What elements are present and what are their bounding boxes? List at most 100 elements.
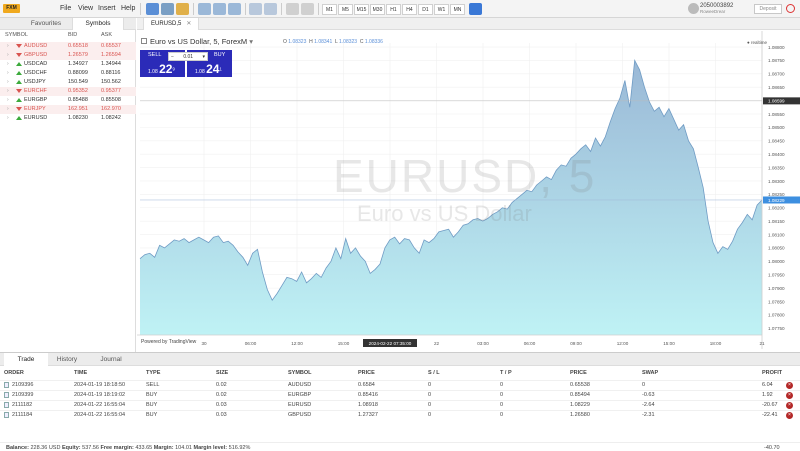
order-cell: 0.6584 — [358, 382, 375, 388]
menu-file[interactable]: File — [60, 0, 71, 18]
deposit-button[interactable]: Deposit — [754, 4, 782, 14]
symbol-ask: 0.85508 — [101, 97, 121, 103]
free-margin-label: Free margin: — [100, 445, 134, 451]
x-tick-label: 12:00 — [617, 341, 629, 346]
y-tick-label: 1.08250 — [768, 192, 785, 197]
buy-price-big: 24 — [206, 62, 220, 76]
tab-trade[interactable]: Trade — [4, 353, 48, 366]
crosshair-icon[interactable] — [301, 3, 314, 15]
market-watch-header: SYMBOL BID ASK — [0, 31, 136, 41]
market-watch-panel: Favourites Symbols SYMBOL BID ASK › AUDUS… — [0, 18, 136, 352]
symbol-row[interactable]: › USDCAD 1.34927 1.34944 — [0, 60, 136, 69]
chart-settings-icon[interactable] — [141, 38, 147, 44]
expand-icon[interactable]: › — [7, 69, 9, 78]
y-tick-label: 1.08300 — [768, 179, 785, 184]
order-row[interactable]: 2109399 2024-01-19 18:19:02 BUY 0.02 EURGBP 0… — [0, 390, 800, 399]
close-order-icon[interactable]: × — [786, 412, 793, 419]
timeframe-mn[interactable]: MN — [450, 4, 465, 15]
balance-label: Balance: — [6, 445, 29, 451]
sell-price-prefix: 1.08 — [148, 69, 158, 75]
timeframe-m15[interactable]: M15 — [354, 4, 369, 15]
folder-icon[interactable] — [176, 3, 189, 15]
timeframe-w1[interactable]: W1 — [434, 4, 449, 15]
document-icon — [4, 382, 9, 388]
tab-journal[interactable]: Journal — [89, 353, 133, 366]
close-order-icon[interactable]: × — [786, 382, 793, 389]
account-name: RoweeDrear — [700, 9, 726, 14]
close-icon[interactable]: ✕ — [186, 21, 191, 27]
symbol-row[interactable]: › USDCHF 0.88099 0.88116 — [0, 69, 136, 78]
line-chart-icon[interactable] — [228, 3, 241, 15]
symbol-row[interactable]: › USDJPY 150.549 150.562 — [0, 78, 136, 87]
menu-help[interactable]: Help — [121, 0, 135, 18]
timeframe-d1[interactable]: D1 — [418, 4, 433, 15]
chart-tab-strip: EURUSD,5 ✕ — [137, 18, 800, 30]
candle-chart-icon[interactable] — [213, 3, 226, 15]
header-symbol: SYMBOL — [288, 370, 312, 376]
chart-menu-icon[interactable]: ▾ — [247, 37, 253, 46]
header-symbol: SYMBOL — [5, 32, 28, 38]
timeframe-h4[interactable]: H4 — [402, 4, 417, 15]
expand-icon[interactable]: › — [7, 96, 9, 105]
symbol-bid: 0.65518 — [68, 43, 88, 49]
expand-icon[interactable]: › — [7, 60, 9, 69]
zoom-in-icon[interactable] — [249, 3, 262, 15]
symbol-bid: 1.08230 — [68, 115, 88, 121]
order-cell: 0 — [500, 392, 504, 398]
lot-decrease-icon[interactable]: − — [169, 53, 174, 61]
symbol-ask: 0.65537 — [101, 43, 121, 49]
order-cell: 0 — [500, 402, 504, 408]
order-row[interactable]: 2111182 2024-01-22 16:55:04 BUY 0.03 EURUSD 1… — [0, 400, 800, 409]
expand-icon[interactable]: › — [7, 42, 9, 51]
fullscreen-icon[interactable] — [469, 3, 482, 15]
y-tick-label: 1.08500 — [768, 125, 785, 130]
account-info: 2050003892 RoweeDrear — [700, 3, 733, 14]
timeframe-m1[interactable]: M1 — [322, 4, 337, 15]
order-cell: 0.02 — [216, 392, 227, 398]
tab-chart-eurusd[interactable]: EURUSD,5 ✕ — [143, 18, 200, 30]
lot-increase-icon[interactable]: ▾ — [202, 53, 207, 61]
order-row[interactable]: 2111184 2024-01-22 16:55:04 BUY 0.03 GBPUSD 1… — [0, 410, 800, 419]
symbol-row[interactable]: › EURCHF 0.95352 0.95377 — [0, 87, 136, 96]
watermark-symbol: EURUSD, 5 — [333, 150, 597, 202]
bar-chart-icon[interactable] — [198, 3, 211, 15]
menu-insert[interactable]: Insert — [98, 0, 116, 18]
timeframe-m5[interactable]: M5 — [338, 4, 353, 15]
new-order-icon[interactable] — [146, 3, 159, 15]
timeframe-m30[interactable]: M30 — [370, 4, 385, 15]
close-order-icon[interactable]: × — [786, 402, 793, 409]
symbol-row[interactable]: › EURGBP 0.85488 0.85508 — [0, 96, 136, 105]
tab-symbols[interactable]: Symbols — [72, 18, 124, 30]
lot-size-input[interactable]: − 0.01 ▾ — [168, 52, 208, 61]
tab-history[interactable]: History — [45, 353, 89, 366]
cursor-icon[interactable] — [286, 3, 299, 15]
chart-area[interactable]: 1.088001.087501.087001.086501.086001.085… — [137, 31, 800, 352]
history-icon[interactable] — [161, 3, 174, 15]
symbol-ask: 1.34944 — [101, 61, 121, 67]
close-order-icon[interactable]: × — [786, 392, 793, 399]
y-tick-label: 1.08800 — [768, 45, 785, 50]
order-cell: 0.85494 — [570, 392, 590, 398]
timeframe-h1[interactable]: H1 — [386, 4, 401, 15]
powered-by: Powered by TradingView — [141, 339, 197, 345]
header-price: PRICE — [358, 370, 375, 376]
expand-icon[interactable]: › — [7, 105, 9, 114]
menu-view[interactable]: View — [78, 0, 93, 18]
symbol-ask: 0.88116 — [101, 70, 121, 76]
order-row[interactable]: 2109396 2024-01-19 18:18:50 SELL 0.02 AUDUSD… — [0, 380, 800, 389]
zoom-out-icon[interactable] — [264, 3, 277, 15]
expand-icon[interactable]: › — [7, 78, 9, 87]
expand-icon[interactable]: › — [7, 87, 9, 96]
symbol-row[interactable]: › EURUSD 1.08230 1.08242 — [0, 114, 136, 123]
order-cell: 0 — [428, 402, 432, 408]
symbol-row[interactable]: › AUDUSD 0.65518 0.65537 — [0, 42, 136, 51]
buy-price-sup: 1 — [219, 66, 222, 72]
symbol-row[interactable]: › EURJPY 162.951 162.970 — [0, 105, 136, 114]
expand-icon[interactable]: › — [7, 51, 9, 60]
header-profit: PROFIT — [762, 370, 783, 376]
orders-header: ORDER TIME TYPE SIZE SYMBOL PRICE S / L T / P PR… — [0, 369, 800, 379]
x-tick-label: 21 — [759, 341, 765, 346]
symbol-row[interactable]: › GBPUSD 1.26579 1.26594 — [0, 51, 136, 60]
power-icon[interactable] — [786, 4, 795, 13]
expand-icon[interactable]: › — [7, 114, 9, 123]
